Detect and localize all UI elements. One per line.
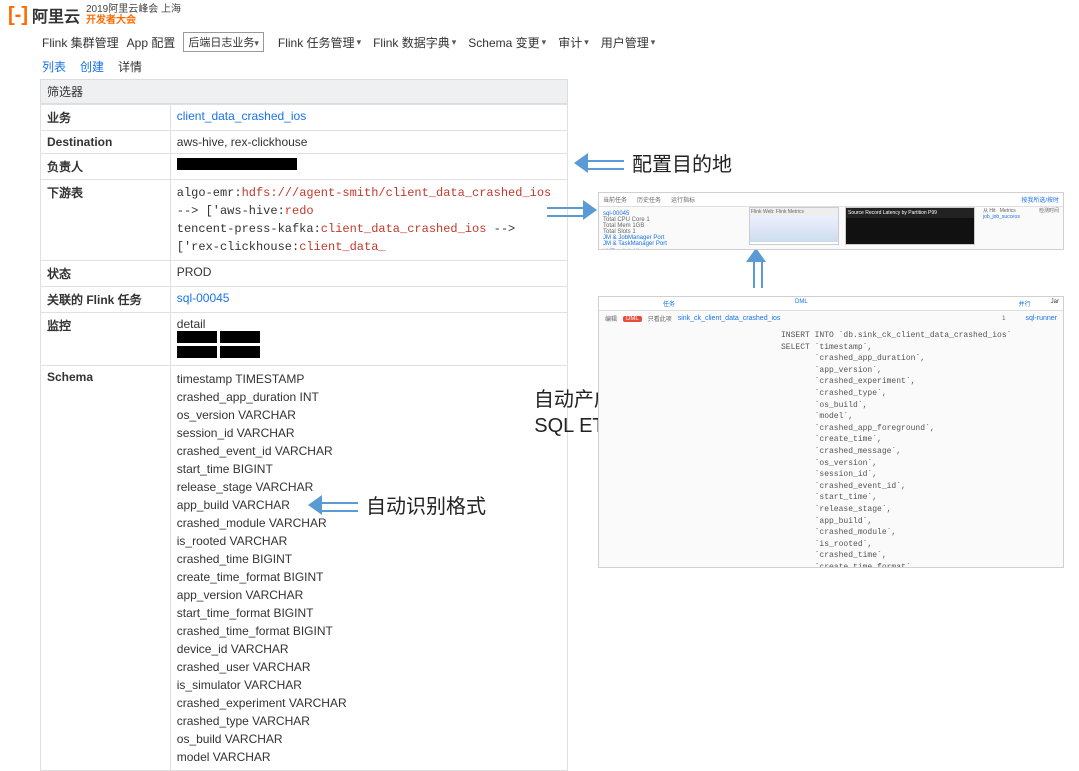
schema-field: device_id VARCHAR bbox=[177, 640, 561, 658]
schema-field: is_rooted VARCHAR bbox=[177, 532, 561, 550]
redacted-monitor3 bbox=[177, 346, 217, 358]
schema-field: timestamp TIMESTAMP bbox=[177, 370, 561, 388]
schema-field: model VARCHAR bbox=[177, 748, 561, 766]
row-status-val: PROD bbox=[170, 261, 567, 287]
arrow-up-icon bbox=[746, 248, 766, 288]
chevron-down-icon: ▾ bbox=[651, 37, 656, 48]
callout-schema: 自动识别格式 bbox=[308, 490, 486, 519]
schema-field: is_simulator VARCHAR bbox=[177, 676, 561, 694]
schema-field: crashed_experiment VARCHAR bbox=[177, 694, 561, 712]
logo-icon: [-] bbox=[8, 4, 28, 27]
chevron-down-icon: ▾ bbox=[452, 37, 457, 48]
row-schema-key: Schema bbox=[41, 366, 171, 771]
mini-chart1[interactable]: Flink Web: Flink Metrics bbox=[749, 207, 839, 245]
row-downstream-key: 下游表 bbox=[41, 180, 171, 261]
row-flink-val[interactable]: sql-00045 bbox=[170, 287, 567, 313]
mini-sql-runner[interactable]: sql-runner bbox=[1025, 315, 1057, 322]
mini-tab-metrics[interactable]: 运行指标 bbox=[671, 195, 695, 204]
mini-metrics-panel: 当前任务 历史任务 运行指标 按我所选/按时 sql-00045 Total C… bbox=[598, 192, 1064, 250]
chevron-down-icon: ▾ bbox=[357, 37, 362, 48]
mini-chart2[interactable]: Source Record Latency by Partition P99 bbox=[845, 207, 975, 245]
brand-subtitle: 2019阿里云峰会 上海 开发者大会 bbox=[86, 4, 181, 26]
schema-field: session_id VARCHAR bbox=[177, 424, 561, 442]
redacted-monitor4 bbox=[220, 346, 260, 358]
tab-detail[interactable]: 详情 bbox=[118, 58, 142, 75]
callout-flink-arrow bbox=[547, 200, 597, 220]
schema-field: crashed_user VARCHAR bbox=[177, 658, 561, 676]
business-dropdown[interactable]: 后端日志业务▾ bbox=[183, 32, 264, 52]
dml-badge: DML bbox=[623, 316, 642, 322]
detail-table: 业务 client_data_crashed_ios Destination a… bbox=[40, 104, 568, 771]
arrow-left-icon bbox=[308, 495, 358, 515]
mini-metrics-right[interactable]: 按我所选/按时 bbox=[1021, 195, 1059, 204]
menu-audit[interactable]: 审计▾ bbox=[558, 34, 589, 51]
row-monitor-key: 监控 bbox=[41, 313, 171, 366]
schema-field: os_build VARCHAR bbox=[177, 730, 561, 748]
schema-field: start_time_format BIGINT bbox=[177, 604, 561, 622]
schema-field: crashed_type VARCHAR bbox=[177, 712, 561, 730]
callout-up-arrow bbox=[746, 248, 766, 288]
row-schema-val: timestamp TIMESTAMPcrashed_app_duration … bbox=[170, 366, 567, 771]
menu-flink-dict[interactable]: Flink 数据字典▾ bbox=[373, 34, 456, 51]
menu-user[interactable]: 用户管理▾ bbox=[601, 34, 656, 51]
schema-field: crashed_app_duration INT bbox=[177, 388, 561, 406]
row-biz-val[interactable]: client_data_crashed_ios bbox=[170, 105, 567, 131]
tab-create[interactable]: 创建 bbox=[80, 58, 104, 75]
row-monitor-val: detail bbox=[170, 313, 567, 366]
mini-sql-tab-dml[interactable]: DML bbox=[795, 299, 808, 308]
chevron-down-icon: ▾ bbox=[254, 38, 259, 48]
redacted-monitor2 bbox=[220, 331, 260, 343]
callout-schema-label: 自动识别格式 bbox=[366, 490, 486, 519]
mini-sql-parallel-val: 1 bbox=[1002, 316, 1005, 322]
mini-tab-current[interactable]: 当前任务 bbox=[603, 195, 627, 204]
page-header: [-] 阿里云 2019阿里云峰会 上海 开发者大会 bbox=[0, 0, 1079, 30]
mini-sql-sink-link[interactable]: sink_ck_client_data_crashed_ios bbox=[678, 315, 781, 322]
filter-bar[interactable]: 筛选器 bbox=[40, 79, 568, 104]
schema-field: crashed_time BIGINT bbox=[177, 550, 561, 568]
mini-sql-readonly[interactable]: 只看此项 bbox=[648, 314, 672, 323]
arrow-left-icon bbox=[574, 153, 624, 173]
nav-app-config[interactable]: App 配置 bbox=[127, 34, 176, 51]
nav-cluster[interactable]: Flink 集群管理 bbox=[42, 34, 119, 51]
mini-sql-tab-parallel[interactable]: 并行 bbox=[1019, 299, 1031, 308]
redacted-owner bbox=[177, 158, 297, 170]
schema-field: os_version VARCHAR bbox=[177, 406, 561, 424]
menu-flink-task[interactable]: Flink 任务管理▾ bbox=[278, 34, 361, 51]
mini-job-success[interactable]: job_job_success bbox=[983, 214, 1020, 220]
tab-list[interactable]: 列表 bbox=[42, 58, 66, 75]
row-dest-val: aws-hive, rex-clickhouse bbox=[170, 131, 567, 154]
mini-sql-panel: 任务 DML 并行 Jar 编辑 DML 只看此项 sink_ck_client… bbox=[598, 296, 1064, 568]
row-owner-val bbox=[170, 154, 567, 180]
row-biz-key: 业务 bbox=[41, 105, 171, 131]
mini-col3: 检测时间 bbox=[1039, 207, 1059, 214]
redacted-monitor1 bbox=[177, 331, 217, 343]
mini-sql-tab-jar[interactable]: Jar bbox=[1051, 299, 1059, 308]
top-nav: Flink 集群管理 App 配置 后端日志业务▾ Flink 任务管理▾ Fl… bbox=[0, 30, 1079, 54]
callout-destination: 配置目的地 bbox=[574, 148, 732, 177]
row-flink-key: 关联的 Flink 任务 bbox=[41, 287, 171, 313]
sql-code[interactable]: INSERT INTO `db.sink_ck_client_data_cras… bbox=[781, 330, 1059, 568]
row-owner-key: 负责人 bbox=[41, 154, 171, 180]
chevron-down-icon: ▾ bbox=[584, 37, 589, 48]
schema-field: create_time_format BIGINT bbox=[177, 568, 561, 586]
brand-text: 阿里云 bbox=[32, 3, 80, 27]
mini-link3[interactable]: 进程日志存储 bbox=[603, 247, 693, 250]
schema-field: crashed_event_id VARCHAR bbox=[177, 442, 561, 460]
schema-field: app_version VARCHAR bbox=[177, 586, 561, 604]
schema-field: start_time BIGINT bbox=[177, 460, 561, 478]
mini-sql-tab-task[interactable]: 任务 bbox=[663, 299, 675, 308]
mini-tab-history[interactable]: 历史任务 bbox=[637, 195, 661, 204]
chevron-down-icon: ▾ bbox=[542, 37, 547, 48]
callout-dest-label: 配置目的地 bbox=[632, 148, 732, 177]
mini-sql-edit[interactable]: 编辑 bbox=[605, 314, 617, 323]
row-dest-key: Destination bbox=[41, 131, 171, 154]
arrow-right-icon bbox=[547, 200, 597, 220]
schema-field: crashed_time_format BIGINT bbox=[177, 622, 561, 640]
row-status-key: 状态 bbox=[41, 261, 171, 287]
row-downstream-val: algo-emr:hdfs:///agent-smith/client_data… bbox=[170, 180, 567, 261]
menu-schema-change[interactable]: Schema 变更▾ bbox=[468, 34, 546, 51]
sub-tabs: 列表 创建 详情 bbox=[0, 54, 1079, 79]
